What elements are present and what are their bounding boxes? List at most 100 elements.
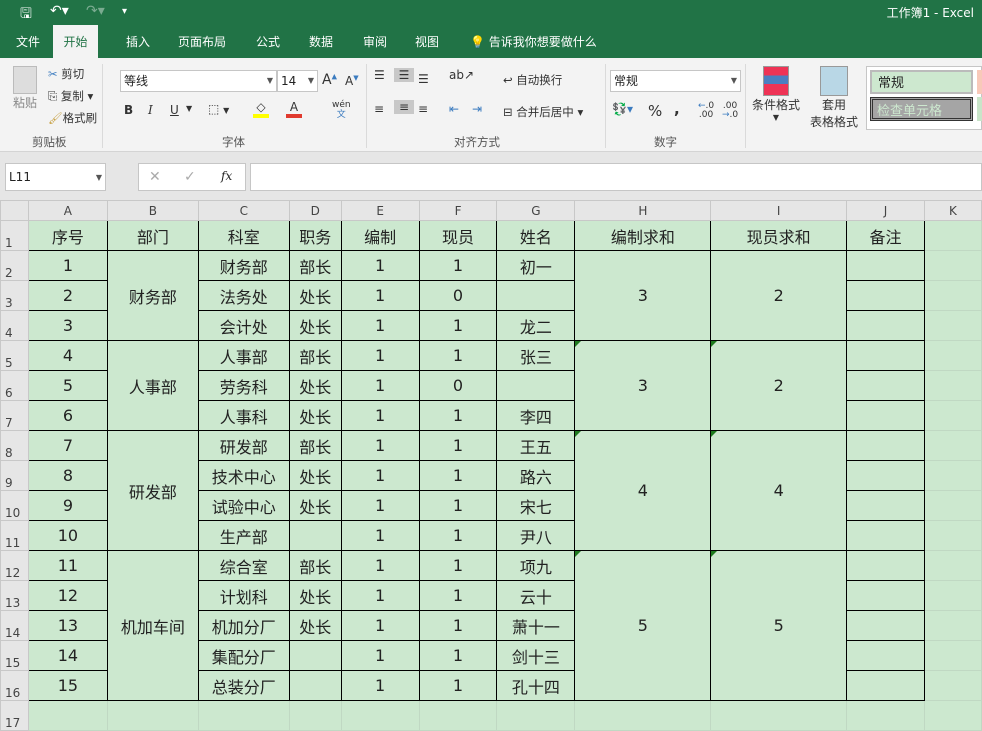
row-header-6[interactable]: 6 bbox=[0, 370, 29, 401]
row-header-9[interactable]: 9 bbox=[0, 460, 29, 491]
cell[interactable]: 1 bbox=[418, 490, 498, 521]
cell[interactable] bbox=[574, 700, 712, 731]
row-header-12[interactable]: 12 bbox=[0, 550, 29, 581]
italic-button[interactable]: I bbox=[148, 103, 153, 117]
cell[interactable]: 15 bbox=[27, 670, 108, 701]
cell[interactable]: 人事科 bbox=[197, 400, 290, 431]
format-painter-button[interactable]: 🖌格式刷 bbox=[48, 110, 97, 126]
cell[interactable]: 1 bbox=[340, 430, 420, 461]
cell[interactable]: 技术中心 bbox=[197, 460, 290, 491]
row-header-7[interactable]: 7 bbox=[0, 400, 29, 431]
remark-cell[interactable] bbox=[846, 640, 925, 671]
cell[interactable]: 1 bbox=[418, 430, 498, 461]
increase-decimal-button[interactable]: ←.0.00 bbox=[698, 102, 714, 120]
header-cell[interactable]: 现员 bbox=[418, 220, 498, 251]
cell[interactable]: 2 bbox=[27, 280, 108, 311]
borders-icon[interactable]: ⬚ ▼ bbox=[208, 102, 229, 116]
row-header-13[interactable]: 13 bbox=[0, 580, 29, 611]
cell[interactable] bbox=[923, 520, 982, 551]
tab-view[interactable]: 视图 bbox=[407, 25, 447, 58]
tab-home[interactable]: 开始 bbox=[53, 25, 98, 58]
cell[interactable]: 处长 bbox=[288, 610, 342, 641]
department-cell[interactable]: 人事部 bbox=[106, 340, 199, 431]
column-header-K[interactable]: K bbox=[923, 200, 982, 221]
remark-cell[interactable] bbox=[846, 670, 925, 701]
quota-sum-cell[interactable]: 3 bbox=[574, 250, 712, 341]
row-header-16[interactable]: 16 bbox=[0, 670, 29, 701]
cell[interactable]: 综合室 bbox=[197, 550, 290, 581]
staff-sum-cell[interactable]: 5 bbox=[710, 550, 848, 701]
department-cell[interactable]: 机加车间 bbox=[106, 550, 199, 701]
remark-cell[interactable] bbox=[846, 280, 925, 311]
cell[interactable]: 1 bbox=[340, 580, 420, 611]
remark-cell[interactable] bbox=[846, 250, 925, 281]
row-header-17[interactable]: 17 bbox=[0, 700, 29, 731]
cell[interactable]: 处长 bbox=[288, 490, 342, 521]
remark-cell[interactable] bbox=[846, 550, 925, 581]
cell[interactable]: 1 bbox=[340, 490, 420, 521]
save-icon[interactable]: 🖫 bbox=[20, 3, 32, 27]
cell[interactable]: 部长 bbox=[288, 550, 342, 581]
column-header-E[interactable]: E bbox=[340, 200, 420, 221]
row-header-5[interactable]: 5 bbox=[0, 340, 29, 371]
underline-button[interactable]: U bbox=[170, 103, 179, 117]
cell[interactable]: 部长 bbox=[288, 340, 342, 371]
cell[interactable]: 王五 bbox=[496, 430, 576, 461]
remark-cell[interactable] bbox=[846, 460, 925, 491]
cell[interactable] bbox=[923, 700, 982, 731]
merge-center-button[interactable]: ⊟ 合并后居中 ▾ bbox=[503, 104, 583, 120]
cell[interactable] bbox=[923, 550, 982, 581]
copy-button[interactable]: ⎘ 复制 ▾ bbox=[48, 88, 93, 104]
percent-button[interactable]: % bbox=[648, 102, 662, 120]
column-header-A[interactable]: A bbox=[27, 200, 108, 221]
cut-button[interactable]: ✂ 剪切 bbox=[48, 66, 84, 82]
cell[interactable]: 1 bbox=[418, 460, 498, 491]
wrap-text-button[interactable]: ↩ 自动换行 bbox=[503, 72, 562, 88]
tab-review[interactable]: 审阅 bbox=[355, 25, 395, 58]
style-check-cell[interactable]: 检查单元格 bbox=[870, 97, 973, 121]
cell[interactable]: 1 bbox=[340, 280, 420, 311]
department-cell[interactable]: 研发部 bbox=[106, 430, 199, 551]
cell[interactable]: 处长 bbox=[288, 400, 342, 431]
remark-cell[interactable] bbox=[846, 610, 925, 641]
cell[interactable]: 5 bbox=[27, 370, 108, 401]
header-cell[interactable]: 现员求和 bbox=[710, 220, 848, 251]
align-bottom-icon[interactable]: ☰ bbox=[418, 72, 429, 86]
cell[interactable]: 生产部 bbox=[197, 520, 290, 551]
cell[interactable]: 1 bbox=[340, 340, 420, 371]
cell[interactable]: 劳务科 bbox=[197, 370, 290, 401]
paste-button[interactable]: 粘贴 bbox=[10, 66, 40, 111]
customize-qat-icon[interactable]: ▾ bbox=[122, 6, 127, 17]
cell[interactable]: 1 bbox=[418, 640, 498, 671]
cell[interactable] bbox=[923, 640, 982, 671]
cell[interactable] bbox=[288, 670, 342, 701]
remark-cell[interactable] bbox=[846, 520, 925, 551]
cell[interactable]: 1 bbox=[340, 310, 420, 341]
number-format-select[interactable]: 常规 ▼ bbox=[610, 70, 741, 92]
cell[interactable]: 集配分厂 bbox=[197, 640, 290, 671]
cell[interactable]: 1 bbox=[340, 520, 420, 551]
cell[interactable]: 初一 bbox=[496, 250, 576, 281]
cell[interactable]: 8 bbox=[27, 460, 108, 491]
cell[interactable]: 1 bbox=[418, 610, 498, 641]
cell[interactable]: 0 bbox=[418, 280, 498, 311]
underline-dropdown[interactable]: ▼ bbox=[186, 104, 192, 113]
column-header-I[interactable]: I bbox=[710, 200, 848, 221]
department-cell[interactable]: 财务部 bbox=[106, 250, 199, 341]
cell[interactable]: 1 bbox=[418, 670, 498, 701]
cell[interactable]: 张三 bbox=[496, 340, 576, 371]
align-left-icon[interactable]: ≡ bbox=[374, 102, 384, 116]
decrease-font-icon[interactable]: A▼ bbox=[345, 74, 359, 88]
bold-button[interactable]: B bbox=[124, 103, 133, 117]
row-header-14[interactable]: 14 bbox=[0, 610, 29, 641]
remark-cell[interactable] bbox=[846, 430, 925, 461]
cell[interactable]: 1 bbox=[340, 550, 420, 581]
select-all-corner[interactable] bbox=[0, 200, 29, 221]
cell[interactable] bbox=[710, 700, 848, 731]
cell[interactable]: 1 bbox=[340, 370, 420, 401]
quota-sum-cell[interactable]: 3 bbox=[574, 340, 712, 431]
cell[interactable]: 总装分厂 bbox=[197, 670, 290, 701]
undo-icon[interactable]: ↶▾ bbox=[50, 3, 69, 19]
tab-formulas[interactable]: 公式 bbox=[248, 25, 288, 58]
cell[interactable]: 研发部 bbox=[197, 430, 290, 461]
